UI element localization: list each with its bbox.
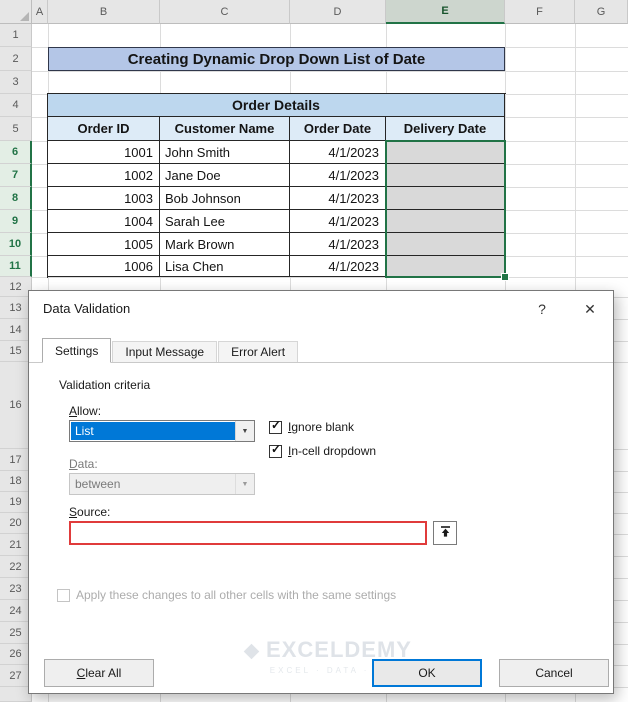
row-header-1[interactable]: 1 [0,24,32,47]
checkbox-box[interactable]: ✓ [269,417,282,434]
excel-window: Data Validation ? ✕ Settings Input Messag… [0,0,628,702]
allow-value: List [71,422,235,440]
cancel-button[interactable]: Cancel [499,659,609,687]
column-header-g[interactable]: G [575,0,628,24]
cell-customer-name[interactable]: Lisa Chen [160,256,290,277]
cell-customer-name[interactable]: Bob Johnson [160,187,290,210]
apply-changes-label: Apply these changes to all other cells w… [76,588,397,602]
row-header-2[interactable]: 2 [0,47,32,71]
cell-delivery-date[interactable] [386,164,505,187]
table-header-order-date[interactable]: Order Date [290,117,386,141]
validation-criteria-label: Validation criteria [59,378,151,392]
checkbox-box[interactable]: ✓ [269,441,282,458]
cell-order-date[interactable]: 4/1/2023 [290,256,386,277]
row-header-8[interactable]: 8 [0,187,32,210]
table-header-delivery-date[interactable]: Delivery Date [386,117,505,141]
column-header-c[interactable]: C [160,0,290,24]
cell-order-id[interactable]: 1002 [48,164,160,187]
chevron-down-icon[interactable]: ▼ [235,421,254,441]
cell-order-id[interactable]: 1005 [48,233,160,256]
check-icon: ✓ [271,441,282,456]
cell-order-id[interactable]: 1006 [48,256,160,277]
tab-settings[interactable]: Settings [42,338,112,363]
row-header-6[interactable]: 6 [0,141,32,164]
collapse-dialog-button[interactable] [433,521,457,545]
cell-customer-name[interactable]: Jane Doe [160,164,290,187]
help-icon[interactable]: ? [529,298,555,320]
source-label: Source: [69,505,111,519]
cell-delivery-date[interactable] [386,187,505,210]
cell-customer-name[interactable]: Sarah Lee [160,210,290,233]
cell-delivery-date[interactable] [386,141,505,164]
check-icon: ✓ [271,417,282,432]
allow-label: Allow: [69,404,102,418]
data-label: Data: [69,457,98,471]
column-header-d[interactable]: D [290,0,386,24]
column-header-a[interactable]: A [32,0,48,24]
row-header-9[interactable]: 9 [0,210,32,233]
cell-order-date[interactable]: 4/1/2023 [290,210,386,233]
cell-order-id[interactable]: 1001 [48,141,160,164]
data-validation-dialog: Data Validation ? ✕ Settings Input Messag… [28,290,614,694]
allow-dropdown[interactable]: List ▼ [69,420,255,442]
cell-order-date[interactable]: 4/1/2023 [290,233,386,256]
ok-label: OK [418,666,436,680]
checkbox-box[interactable]: ✓ [57,588,70,602]
cancel-label: Cancel [535,666,573,680]
tab-input-message[interactable]: Input Message [112,341,218,362]
cell-delivery-date[interactable] [386,233,505,256]
table-header-customer-name[interactable]: Customer Name [160,117,290,141]
row-header-4[interactable]: 4 [0,94,32,117]
ok-button[interactable]: OK [372,659,482,687]
cell-order-date[interactable]: 4/1/2023 [290,164,386,187]
incell-dropdown-checkbox[interactable]: ✓ In-cell dropdown [269,441,377,458]
data-value: between [75,477,121,491]
sheet-title-banner: Creating Dynamic Drop Down List of Date [48,47,505,71]
close-icon[interactable]: ✕ [575,298,605,320]
row-header-5[interactable]: 5 [0,117,32,141]
cell-order-id[interactable]: 1004 [48,210,160,233]
dialog-tab-strip: Settings Input Message Error Alert [29,337,613,363]
ignore-blank-label: Ignore blank [288,420,355,434]
cell-customer-name[interactable]: Mark Brown [160,233,290,256]
apply-changes-checkbox[interactable]: ✓ Apply these changes to all other cells… [57,588,396,602]
clear-all-button[interactable]: Clear All [44,659,154,687]
cell-order-date[interactable]: 4/1/2023 [290,141,386,164]
table-header-order-id[interactable]: Order ID [48,117,160,141]
cell-delivery-date[interactable] [386,210,505,233]
row-header-3[interactable]: 3 [0,71,32,94]
cell-order-date[interactable]: 4/1/2023 [290,187,386,210]
row-header-7[interactable]: 7 [0,164,32,187]
cell-customer-name[interactable]: John Smith [160,141,290,164]
data-dropdown[interactable]: between ▼ [69,473,255,495]
ignore-blank-checkbox[interactable]: ✓ Ignore blank [269,417,355,434]
select-all-corner[interactable] [0,0,32,24]
source-input[interactable] [69,521,427,545]
cell-delivery-date[interactable] [386,256,505,277]
clear-all-label: Clear All [76,666,122,680]
incell-dropdown-label: In-cell dropdown [288,444,377,458]
cell-order-id[interactable]: 1003 [48,187,160,210]
collapse-dialog-icon [439,525,452,541]
column-header-b[interactable]: B [48,0,160,24]
chevron-down-icon: ▼ [235,474,254,494]
table-title-cell[interactable]: Order Details [48,94,505,117]
row-header-11[interactable]: 11 [0,256,32,277]
exceldemy-logo-icon [243,643,260,660]
dialog-title: Data Validation [43,301,131,316]
column-header-e[interactable]: E [386,0,505,24]
gridline [32,71,628,72]
row-header-10[interactable]: 10 [0,233,32,256]
tab-error-alert[interactable]: Error Alert [218,341,299,362]
column-header-f[interactable]: F [505,0,575,24]
